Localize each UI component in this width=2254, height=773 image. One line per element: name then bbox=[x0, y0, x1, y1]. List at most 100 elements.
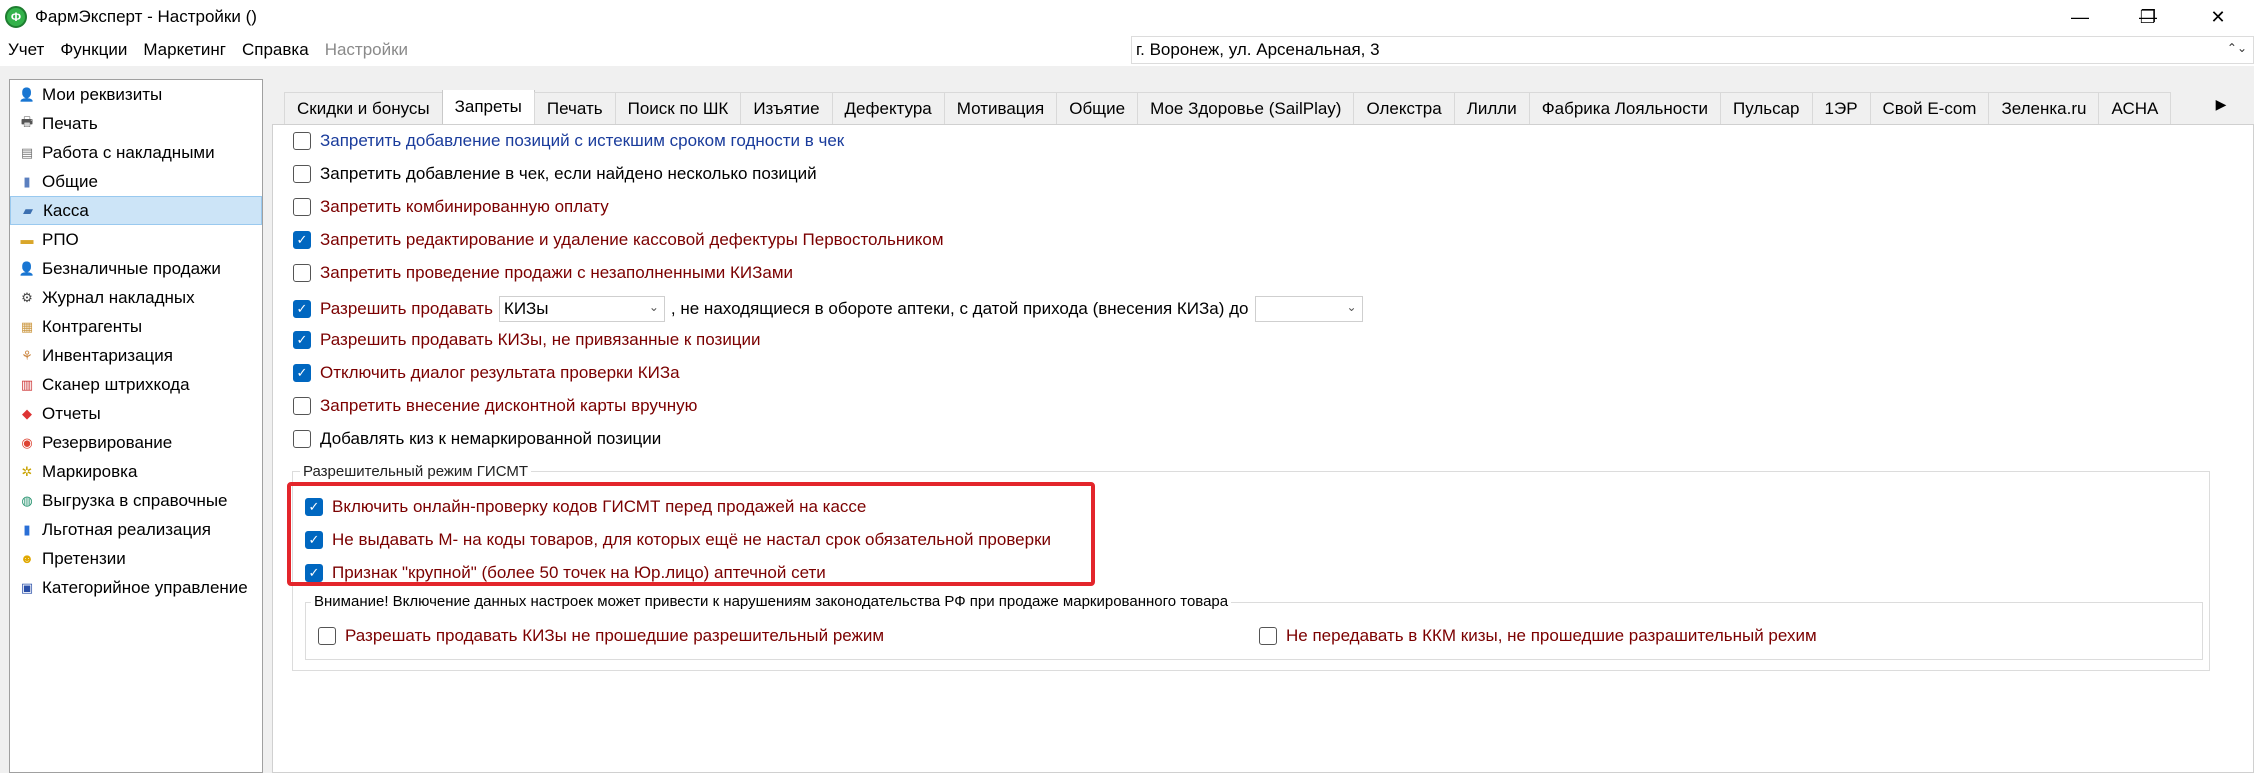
gear-icon: ⚙ bbox=[21, 289, 33, 305]
sidebar-item-counterparties[interactable]: ▦ Контрагенты bbox=[10, 312, 262, 341]
tab-scroll-right-icon[interactable]: ▶ bbox=[2210, 92, 2232, 116]
tab-lilly[interactable]: Лилли bbox=[1453, 92, 1530, 124]
setting-multiple-positions[interactable]: Запретить добавление в чек, если найдено… bbox=[293, 164, 817, 184]
tab-general[interactable]: Общие bbox=[1056, 92, 1139, 124]
user-icon: 👤 bbox=[18, 86, 36, 102]
checkbox-empty-kiz-sale[interactable] bbox=[293, 264, 311, 282]
checkbox-no-pass-kkm[interactable] bbox=[1259, 627, 1277, 645]
chevron-down-icon: ⌄ bbox=[648, 300, 659, 314]
sidebar-item-marking[interactable]: ✲ Маркировка bbox=[10, 457, 262, 486]
setting-allow-kiz-sale[interactable]: ✓ Разрешить продавать КИЗы ⌄ , не находя… bbox=[293, 296, 1369, 322]
setting-empty-kiz-sale[interactable]: Запретить проведение продажи с незаполне… bbox=[293, 263, 793, 283]
setting-unbound-kiz[interactable]: ✓ Разрешить продавать КИЗы, не привязанны… bbox=[293, 330, 761, 350]
menu-item-marketing[interactable]: Маркетинг bbox=[135, 40, 234, 60]
setting-manual-discount-card[interactable]: Запретить внесение дисконтной карты вруч… bbox=[293, 396, 697, 416]
warning-group-title: Внимание! Включение данных настроек може… bbox=[311, 593, 1232, 610]
minimize-button[interactable]: — bbox=[2050, 0, 2110, 34]
book-icon: ▮ bbox=[23, 173, 31, 189]
tab-barcode-search[interactable]: Поиск по ШК bbox=[614, 92, 742, 124]
tree-icon: ⚘ bbox=[21, 347, 33, 363]
window-title: ФармЭксперт - Настройки () bbox=[35, 7, 257, 26]
maximize-button[interactable]: ❐ bbox=[2118, 0, 2178, 34]
menu-bar: Учет Функции Маркетинг Справка Настройки… bbox=[0, 34, 2254, 66]
menu-item-uchet[interactable]: Учет bbox=[0, 40, 52, 60]
marking-icon: ✲ bbox=[21, 463, 33, 479]
sidebar-item-reports[interactable]: ◆ Отчеты bbox=[10, 399, 262, 428]
tab-motivation[interactable]: Мотивация bbox=[943, 92, 1058, 124]
sidebar-item-inventory[interactable]: ⚘ Инвентаризация bbox=[10, 341, 262, 370]
checkbox-allow-kiz-sale[interactable]: ✓ bbox=[293, 300, 311, 318]
upload-icon: ◍ bbox=[21, 492, 33, 508]
gismt-group-title: Разрешительный режим ГИСМТ bbox=[300, 463, 532, 480]
menu-item-nastroiki: Настройки bbox=[324, 40, 409, 59]
tab-1er[interactable]: 1ЭР bbox=[1811, 92, 1871, 124]
reserve-icon: ◉ bbox=[21, 434, 33, 450]
tab-pulsar[interactable]: Пульсар bbox=[1719, 92, 1813, 124]
kiz-type-select[interactable]: КИЗы ⌄ bbox=[498, 296, 665, 322]
category-icon: ▣ bbox=[20, 579, 34, 595]
close-button[interactable]: ✕ bbox=[2188, 0, 2248, 34]
tab-zelenka[interactable]: Зеленка.ru bbox=[1988, 92, 2100, 124]
tab-discounts-bonuses[interactable]: Скидки и бонусы bbox=[284, 92, 443, 124]
pill-icon: ▬ bbox=[20, 232, 34, 247]
tab-own-ecom[interactable]: Свой E-com bbox=[1869, 92, 1990, 124]
tab-withdrawal[interactable]: Изъятие bbox=[740, 92, 833, 124]
settings-sidebar: 👤 Мои реквизиты 🖶 Печать ▤ Работа с накладн… bbox=[9, 79, 263, 773]
chevron-down-icon: ⌄ bbox=[1346, 300, 1357, 314]
sidebar-item-invoices-work[interactable]: ▤ Работа с накладными bbox=[10, 138, 262, 167]
document-icon: ▤ bbox=[20, 144, 34, 160]
menu-item-spravka[interactable]: Справка bbox=[234, 40, 317, 60]
setting-expired-items[interactable]: Запретить добавление позиций с истекшим … bbox=[293, 131, 844, 151]
checkbox-manual-discount-card[interactable] bbox=[293, 397, 311, 415]
farmexpert-logo-icon: Ф bbox=[5, 6, 27, 28]
sidebar-item-rpo[interactable]: ▬ РПО bbox=[10, 225, 262, 254]
checkbox-multiple-positions[interactable] bbox=[293, 165, 311, 183]
checkbox-expired-items[interactable] bbox=[293, 132, 311, 150]
sidebar-item-upload-directories[interactable]: ◍ Выгрузка в справочные bbox=[10, 486, 262, 515]
setting-kiz-check-dialog[interactable]: ✓ Отключить диалог результата проверки КИ… bbox=[293, 363, 680, 383]
checkbox-combined-payment[interactable] bbox=[293, 198, 311, 216]
sidebar-item-reservation[interactable]: ◉ Резервирование bbox=[10, 428, 262, 457]
tab-olekstra[interactable]: Олекстра bbox=[1353, 92, 1455, 124]
arrival-date-picker[interactable]: ⌄ bbox=[1254, 296, 1363, 322]
sidebar-item-print[interactable]: 🖶 Печать bbox=[10, 109, 262, 138]
report-icon: ◆ bbox=[22, 405, 32, 421]
checkbox-allow-unchecked-kiz[interactable] bbox=[318, 627, 336, 645]
tab-prohibitions[interactable]: Запреты bbox=[441, 90, 535, 124]
setting-no-pass-kkm[interactable]: Не передавать в ККМ кизы, не прошедшие р… bbox=[1259, 626, 1817, 646]
title-bar: Ф ФармЭксперт - Настройки () — bbox=[0, 0, 2254, 34]
checkbox-cash-defect-edit[interactable]: ✓ bbox=[293, 231, 311, 249]
sidebar-item-preferential-sales[interactable]: ▮ Льготная реализация bbox=[10, 515, 262, 544]
sidebar-item-barcode-scanner[interactable]: ▥ Сканер штрихкода bbox=[10, 370, 262, 399]
tab-loyalty-factory[interactable]: Фабрика Лояльности bbox=[1528, 92, 1721, 124]
highlight-annotation bbox=[287, 482, 1095, 586]
printer-icon: 🖶 bbox=[20, 113, 34, 129]
sidebar-item-general[interactable]: ▮ Общие bbox=[10, 167, 262, 196]
pharmacy-selector[interactable]: г. Воронеж, ул. Арсенальная, 3 ⌃⌄ bbox=[1131, 36, 2254, 64]
book-blue-icon: ▮ bbox=[23, 521, 31, 537]
smiley-icon: ☻ bbox=[20, 551, 34, 566]
sidebar-item-claims[interactable]: ☻ Претензии bbox=[10, 544, 262, 573]
sidebar-item-requisites[interactable]: 👤 Мои реквизиты bbox=[10, 80, 262, 109]
menu-item-funktsii[interactable]: Функции bbox=[52, 40, 135, 60]
setting-combined-payment[interactable]: Запретить комбинированную оплату bbox=[293, 197, 609, 217]
cash-register-icon: ▰ bbox=[23, 202, 33, 218]
sidebar-item-category-management[interactable]: ▣ Категорийное управление bbox=[10, 573, 262, 602]
tab-defect[interactable]: Дефектура bbox=[831, 92, 945, 124]
tab-asna[interactable]: АСНА bbox=[2098, 92, 2172, 124]
tab-print[interactable]: Печать bbox=[533, 92, 616, 124]
setting-kiz-unmarked[interactable]: Добавлять киз к немаркированной позиции bbox=[293, 429, 661, 449]
person-card-icon: 👤 bbox=[18, 260, 36, 276]
sidebar-item-cash[interactable]: ▰ Касса bbox=[10, 196, 262, 225]
sidebar-item-invoice-journal[interactable]: ⚙ Журнал накладных bbox=[10, 283, 262, 312]
setting-cash-defect-edit[interactable]: ✓ Запретить редактирование и удаление кас… bbox=[293, 230, 944, 250]
checkbox-unbound-kiz[interactable]: ✓ bbox=[293, 331, 311, 349]
setting-allow-unchecked-kiz[interactable]: Разрешать продавать КИЗы не прошедшие ра… bbox=[318, 626, 884, 646]
settings-tabs: Скидки и бонусы Запреты Печать Поиск по … bbox=[284, 90, 2220, 124]
contacts-icon: ▦ bbox=[20, 318, 34, 334]
checkbox-kiz-check-dialog[interactable]: ✓ bbox=[293, 364, 311, 382]
tab-my-health[interactable]: Мое Здоровье (SailPlay) bbox=[1137, 92, 1355, 124]
sidebar-item-cashless[interactable]: 👤 Безналичные продажи bbox=[10, 254, 262, 283]
checkbox-kiz-unmarked[interactable] bbox=[293, 430, 311, 448]
spinner-arrows-icon[interactable]: ⌃⌄ bbox=[2227, 41, 2247, 55]
